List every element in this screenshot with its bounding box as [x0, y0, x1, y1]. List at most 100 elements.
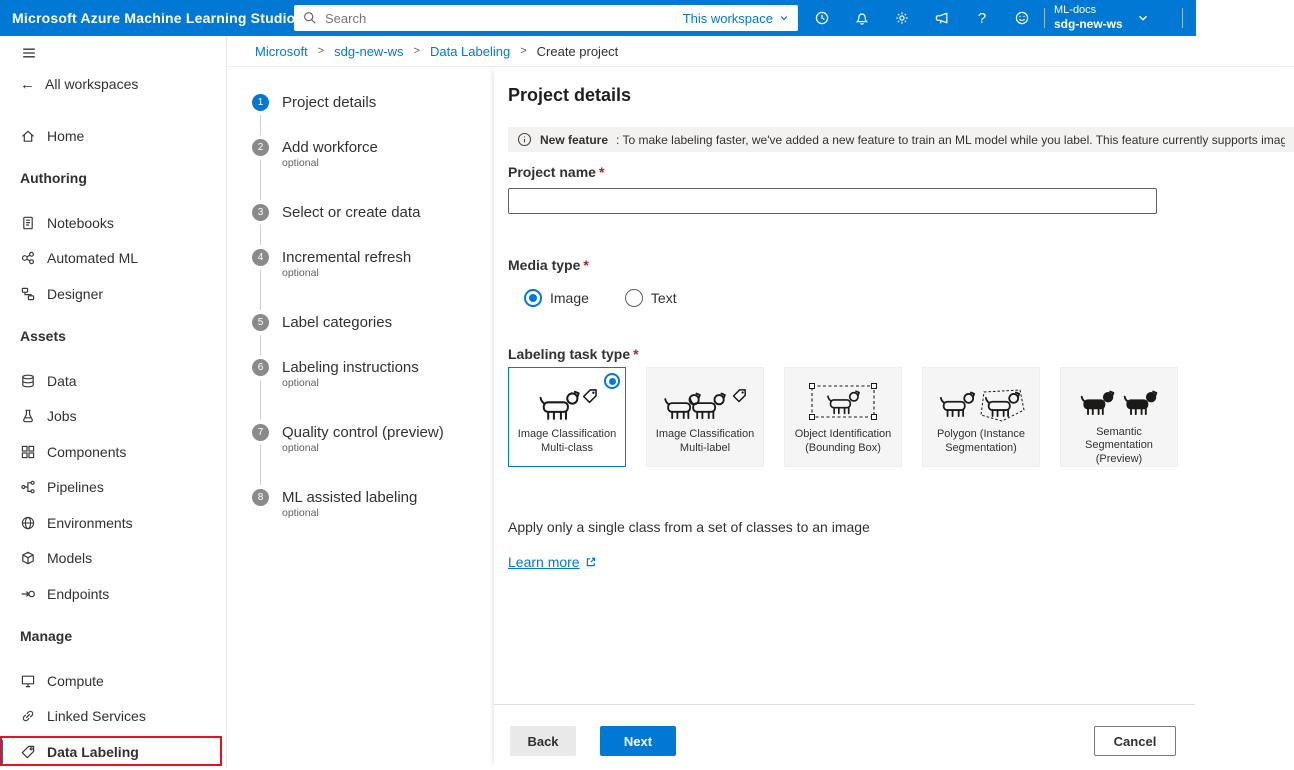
task-card-polygon-instance-segmentation[interactable]: Polygon (Instance Segmentation) [922, 367, 1040, 467]
feedback-button[interactable] [922, 0, 962, 36]
sidebar-item-models[interactable]: Models [0, 541, 226, 577]
footer-divider [494, 704, 1195, 705]
step-optional-label: optional [282, 157, 480, 169]
media-type-label: Media type* [508, 257, 589, 273]
required-marker: * [599, 164, 604, 180]
sidebar-item-designer[interactable]: Designer [0, 276, 226, 312]
card-label: Image Classification Multi-label [647, 428, 763, 455]
sidebar-section-authoring: Authoring [0, 161, 226, 197]
step-optional-label: optional [282, 377, 480, 389]
settings-button[interactable] [882, 0, 922, 36]
dog-tag-icon [534, 381, 600, 423]
step-optional-label: optional [282, 442, 480, 454]
card-label: Polygon (Instance Segmentation) [923, 428, 1039, 455]
info-icon [517, 132, 532, 147]
media-option-text[interactable]: Text [625, 289, 677, 307]
sidebar-item-pipelines[interactable]: Pipelines [0, 470, 226, 506]
menu-toggle[interactable] [0, 36, 226, 70]
wizard-step-ml-assisted-labeling[interactable]: 8 ML assisted labeling optional [252, 488, 480, 519]
help-button[interactable]: ? [962, 0, 1002, 36]
breadcrumb-workspace[interactable]: sdg-new-ws [334, 44, 403, 59]
required-marker: * [633, 346, 638, 362]
step-label: ML assisted labeling [282, 488, 480, 507]
sidebar-item-data-labeling[interactable]: Data Labeling [0, 734, 226, 770]
sidebar-item-automated-ml[interactable]: Automated ML [0, 241, 226, 277]
topbar-icon-buttons: ? [802, 0, 1042, 36]
banner-text: : To make labeling faster, we've added a… [616, 133, 1285, 147]
media-option-image[interactable]: Image [524, 289, 589, 307]
cancel-button[interactable]: Cancel [1094, 726, 1176, 756]
smiley-icon [1014, 10, 1030, 26]
sidebar-item-data[interactable]: Data [0, 363, 226, 399]
search-input[interactable] [323, 10, 677, 27]
breadcrumb-microsoft[interactable]: Microsoft [255, 44, 308, 59]
next-button[interactable]: Next [600, 726, 676, 756]
task-card-image-classification-multi-label[interactable]: Image Classification Multi-label [646, 367, 764, 467]
card-label: Object Identification (Bounding Box) [785, 428, 901, 455]
search-scope-dropdown[interactable]: This workspace [683, 11, 789, 26]
card-radio-checked [604, 373, 620, 389]
task-description: Apply only a single class from a set of … [508, 519, 870, 535]
task-card-semantic-segmentation-preview[interactable]: Semantic Segmentation (Preview) [1060, 367, 1178, 467]
models-icon [20, 550, 36, 566]
topbar-divider [1182, 8, 1183, 28]
sidebar-spacer [0, 98, 226, 118]
sidebar-item-environments[interactable]: Environments [0, 505, 226, 541]
wizard-step-select-or-create-data[interactable]: 3 Select or create data [252, 203, 480, 248]
breadcrumb-separator: > [414, 45, 420, 57]
wizard-step-incremental-refresh[interactable]: 4 Incremental refresh optional [252, 248, 480, 313]
learn-more-link[interactable]: Learn more [508, 554, 597, 570]
help-icon: ? [978, 10, 986, 27]
workspace-selector[interactable]: ML-docs sdg-new-ws [1054, 0, 1149, 36]
wizard-step-project-details[interactable]: 1 Project details [252, 93, 480, 138]
sidebar-item-jobs[interactable]: Jobs [0, 399, 226, 435]
components-icon [20, 444, 36, 460]
step-circle: 1 [252, 94, 269, 111]
project-name-input[interactable] [508, 188, 1157, 214]
card-label: Image Classification Multi-class [509, 428, 625, 455]
wizard-step-quality-control[interactable]: 7 Quality control (preview) optional [252, 423, 480, 488]
all-workspaces-link[interactable]: ← All workspaces [0, 70, 226, 98]
global-search[interactable]: This workspace [294, 5, 798, 31]
sidebar-item-linked-services[interactable]: Linked Services [0, 699, 226, 735]
sidebar-item-home[interactable]: Home [0, 118, 226, 154]
linked-services-icon [20, 708, 36, 724]
step-label: Label categories [282, 313, 480, 332]
compute-icon [20, 673, 36, 689]
main-panel: Project details New feature: To make lab… [494, 67, 1294, 768]
pipelines-icon [20, 479, 36, 495]
step-label: Project details [282, 93, 480, 112]
smiley-feedback-button[interactable] [1002, 0, 1042, 36]
notebook-icon [20, 215, 36, 231]
sidebar-item-compute[interactable]: Compute [0, 663, 226, 699]
sidebar-item-notebooks[interactable]: Notebooks [0, 205, 226, 241]
notifications-button[interactable] [842, 0, 882, 36]
chevron-down-icon [779, 13, 789, 23]
sidebar: ← All workspaces Home Authoring Notebook… [0, 36, 227, 768]
step-label: Labeling instructions [282, 358, 480, 377]
wizard-step-label-categories[interactable]: 5 Label categories [252, 313, 480, 358]
back-button[interactable]: Back [510, 726, 576, 756]
topbar-divider [1044, 8, 1045, 28]
media-type-radios: Image Text [524, 289, 677, 307]
sidebar-item-components[interactable]: Components [0, 434, 226, 470]
card-label: Semantic Segmentation (Preview) [1061, 426, 1177, 467]
wizard-step-labeling-instructions[interactable]: 6 Labeling instructions optional [252, 358, 480, 423]
step-circle: 8 [252, 489, 269, 506]
task-card-object-identification-bounding-box[interactable]: Object Identification (Bounding Box) [784, 367, 902, 467]
step-label: Add workforce [282, 138, 480, 157]
task-card-image-classification-multi-class[interactable]: Image Classification Multi-class [508, 367, 626, 467]
app-title: Microsoft Azure Machine Learning Studio [12, 0, 295, 36]
sidebar-item-endpoints[interactable]: Endpoints [0, 576, 226, 612]
history-icon [814, 10, 830, 26]
radio-unchecked[interactable] [625, 289, 643, 307]
history-button[interactable] [802, 0, 842, 36]
radio-checked[interactable] [524, 289, 542, 307]
data-labeling-icon [20, 744, 36, 760]
workspace-name: sdg-new-ws [1054, 17, 1123, 31]
megaphone-icon [934, 10, 950, 26]
external-link-icon [585, 556, 597, 568]
step-circle: 3 [252, 204, 269, 221]
breadcrumb-data-labeling[interactable]: Data Labeling [430, 44, 510, 59]
wizard-step-add-workforce[interactable]: 2 Add workforce optional [252, 138, 480, 203]
